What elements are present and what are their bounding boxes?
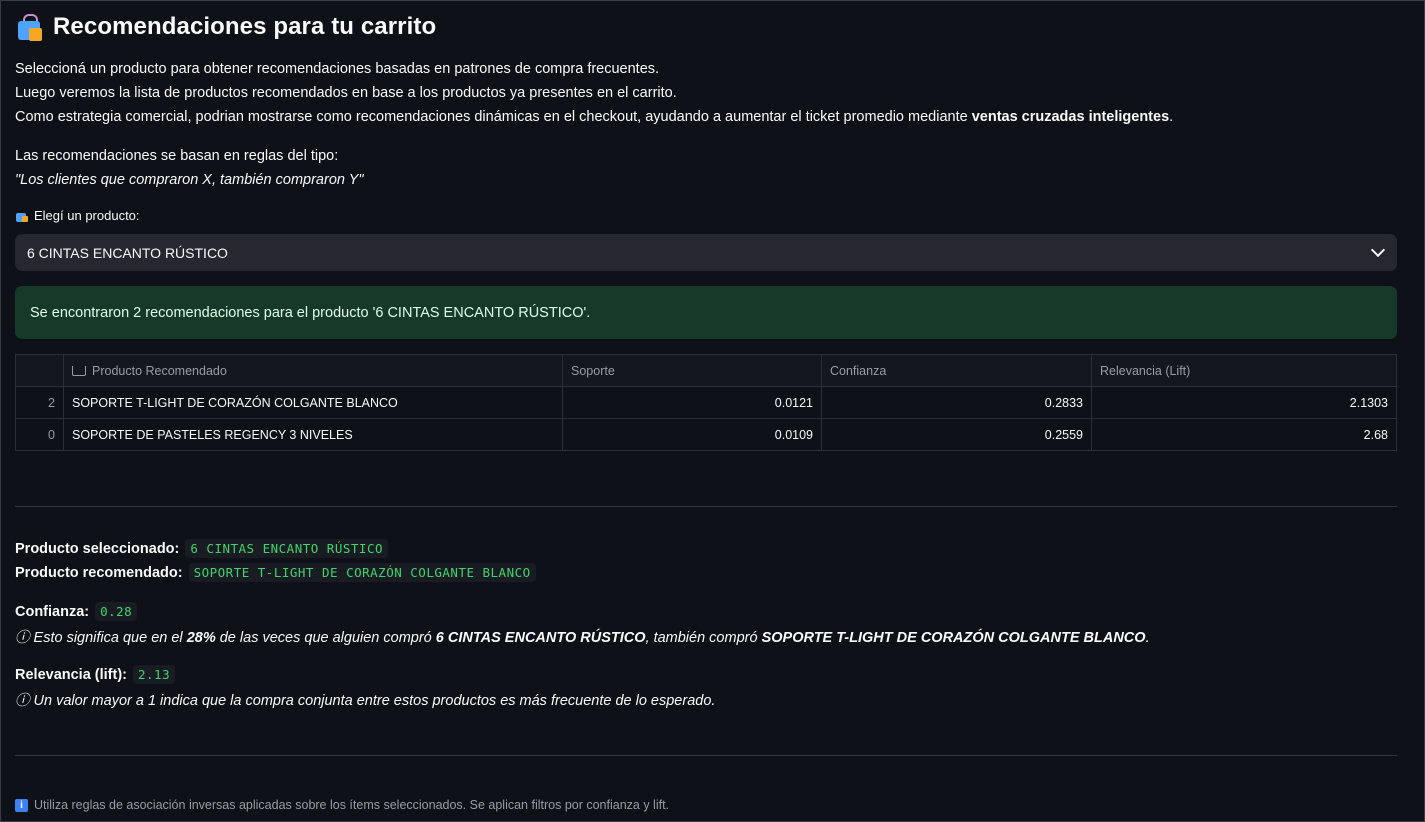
confidence-note-text: de las veces que alguien compró [215, 630, 436, 646]
footer-caption: i Utiliza reglas de asociación inversas … [15, 798, 669, 812]
chevron-down-icon [1370, 242, 1386, 258]
confidence-note-product: SOPORTE T-LIGHT DE CORAZÓN COLGANTE BLAN… [761, 630, 1146, 646]
lift-label: Relevancia (lift): [15, 666, 127, 683]
row-confidence: 0.2833 [821, 386, 1092, 419]
recommended-product-label: Producto recomendado: [15, 564, 183, 581]
recommended-product-row: Producto recomendado: SOPORTE T-LIGHT DE… [15, 563, 536, 582]
selected-product-value: 6 CINTAS ENCANTO RÚSTICO [185, 539, 388, 558]
product-select[interactable]: 6 CINTAS ENCANTO RÚSTICO [15, 234, 1397, 271]
confidence-label: Confianza: [15, 603, 90, 620]
rules-example: "Los clientes que compraron X, también c… [15, 172, 364, 188]
row-index: 2 [15, 386, 64, 419]
selector-label-row: Elegí un producto: [15, 208, 140, 223]
page-title: Recomendaciones para tu carrito [53, 13, 437, 40]
confidence-note-text: , también compró [645, 630, 762, 646]
intro-line-3-text: Como estrategia comercial, podrian mostr… [15, 109, 972, 125]
row-support: 0.0109 [562, 418, 822, 451]
selected-product-label: Producto seleccionado: [15, 540, 180, 557]
lift-header[interactable]: Relevancia (Lift) [1091, 354, 1397, 387]
lift-note: ⓘ Un valor mayor a 1 indica que la compr… [15, 693, 716, 709]
success-alert: Se encontraron 2 recomendaciones para el… [15, 286, 1397, 339]
rules-line: Las recomendaciones se basan en reglas d… [15, 148, 339, 164]
confidence-note-product: 6 CINTAS ENCANTO RÚSTICO [435, 630, 646, 646]
cart-icon [72, 365, 86, 376]
shopping-bags-icon [15, 209, 29, 223]
row-product: SOPORTE DE PASTELES REGENCY 3 NIVELES [63, 418, 563, 451]
product-header[interactable]: Producto Recomendado [63, 354, 563, 387]
row-support: 0.0121 [562, 386, 822, 419]
title-row: Recomendaciones para tu carrito [15, 11, 436, 43]
support-header[interactable]: Soporte [562, 354, 822, 387]
intro-line-2: Luego veremos la lista de productos reco… [15, 85, 677, 101]
intro-line-3: Como estrategia comercial, podrian mostr… [15, 105, 1173, 129]
row-product: SOPORTE T-LIGHT DE CORAZÓN COLGANTE BLAN… [63, 386, 563, 419]
product-header-label: Producto Recomendado [92, 363, 227, 378]
lift-value: 2.13 [133, 665, 176, 684]
row-lift: 2.68 [1091, 418, 1397, 451]
selected-product-row: Producto seleccionado: 6 CINTAS ENCANTO … [15, 539, 388, 558]
row-lift: 2.1303 [1091, 386, 1397, 419]
success-alert-text: Se encontraron 2 recomendaciones para el… [30, 304, 591, 321]
table-row[interactable]: 0 SOPORTE DE PASTELES REGENCY 3 NIVELES … [15, 418, 1397, 451]
confidence-row: Confianza: 0.28 [15, 602, 138, 621]
confidence-note-text: . [1145, 630, 1150, 646]
footer-caption-text: Utiliza reglas de asociación inversas ap… [34, 798, 670, 812]
row-index: 0 [15, 418, 64, 451]
table-row[interactable]: 2 SOPORTE T-LIGHT DE CORAZÓN COLGANTE BL… [15, 386, 1397, 419]
shopping-bags-icon [15, 12, 45, 42]
divider [15, 506, 1397, 507]
intro-line-3-end: . [1169, 109, 1174, 125]
product-select-value: 6 CINTAS ENCANTO RÚSTICO [27, 244, 228, 261]
intro-line-3-bold: ventas cruzadas inteligentes [971, 109, 1170, 125]
recommendations-table[interactable]: Producto Recomendado Soporte Confianza R… [15, 354, 1397, 451]
row-confidence: 0.2559 [821, 418, 1092, 451]
confidence-note: ⓘ Esto significa que en el 28% de las ve… [15, 626, 1150, 647]
index-header [15, 354, 64, 387]
divider [15, 755, 1397, 756]
recommended-product-value: SOPORTE T-LIGHT DE CORAZÓN COLGANTE BLAN… [188, 563, 536, 582]
confidence-value: 0.28 [95, 602, 138, 621]
info-icon: i [15, 798, 28, 812]
confidence-header[interactable]: Confianza [821, 354, 1092, 387]
intro-line-1: Seleccioná un producto para obtener reco… [15, 61, 660, 77]
lift-row: Relevancia (lift): 2.13 [15, 665, 176, 684]
confidence-note-text: ⓘ Esto significa que en el [15, 630, 187, 646]
confidence-note-pct: 28% [186, 630, 216, 646]
table-header-row: Producto Recomendado Soporte Confianza R… [15, 354, 1397, 387]
selector-label: Elegí un producto: [34, 208, 140, 223]
